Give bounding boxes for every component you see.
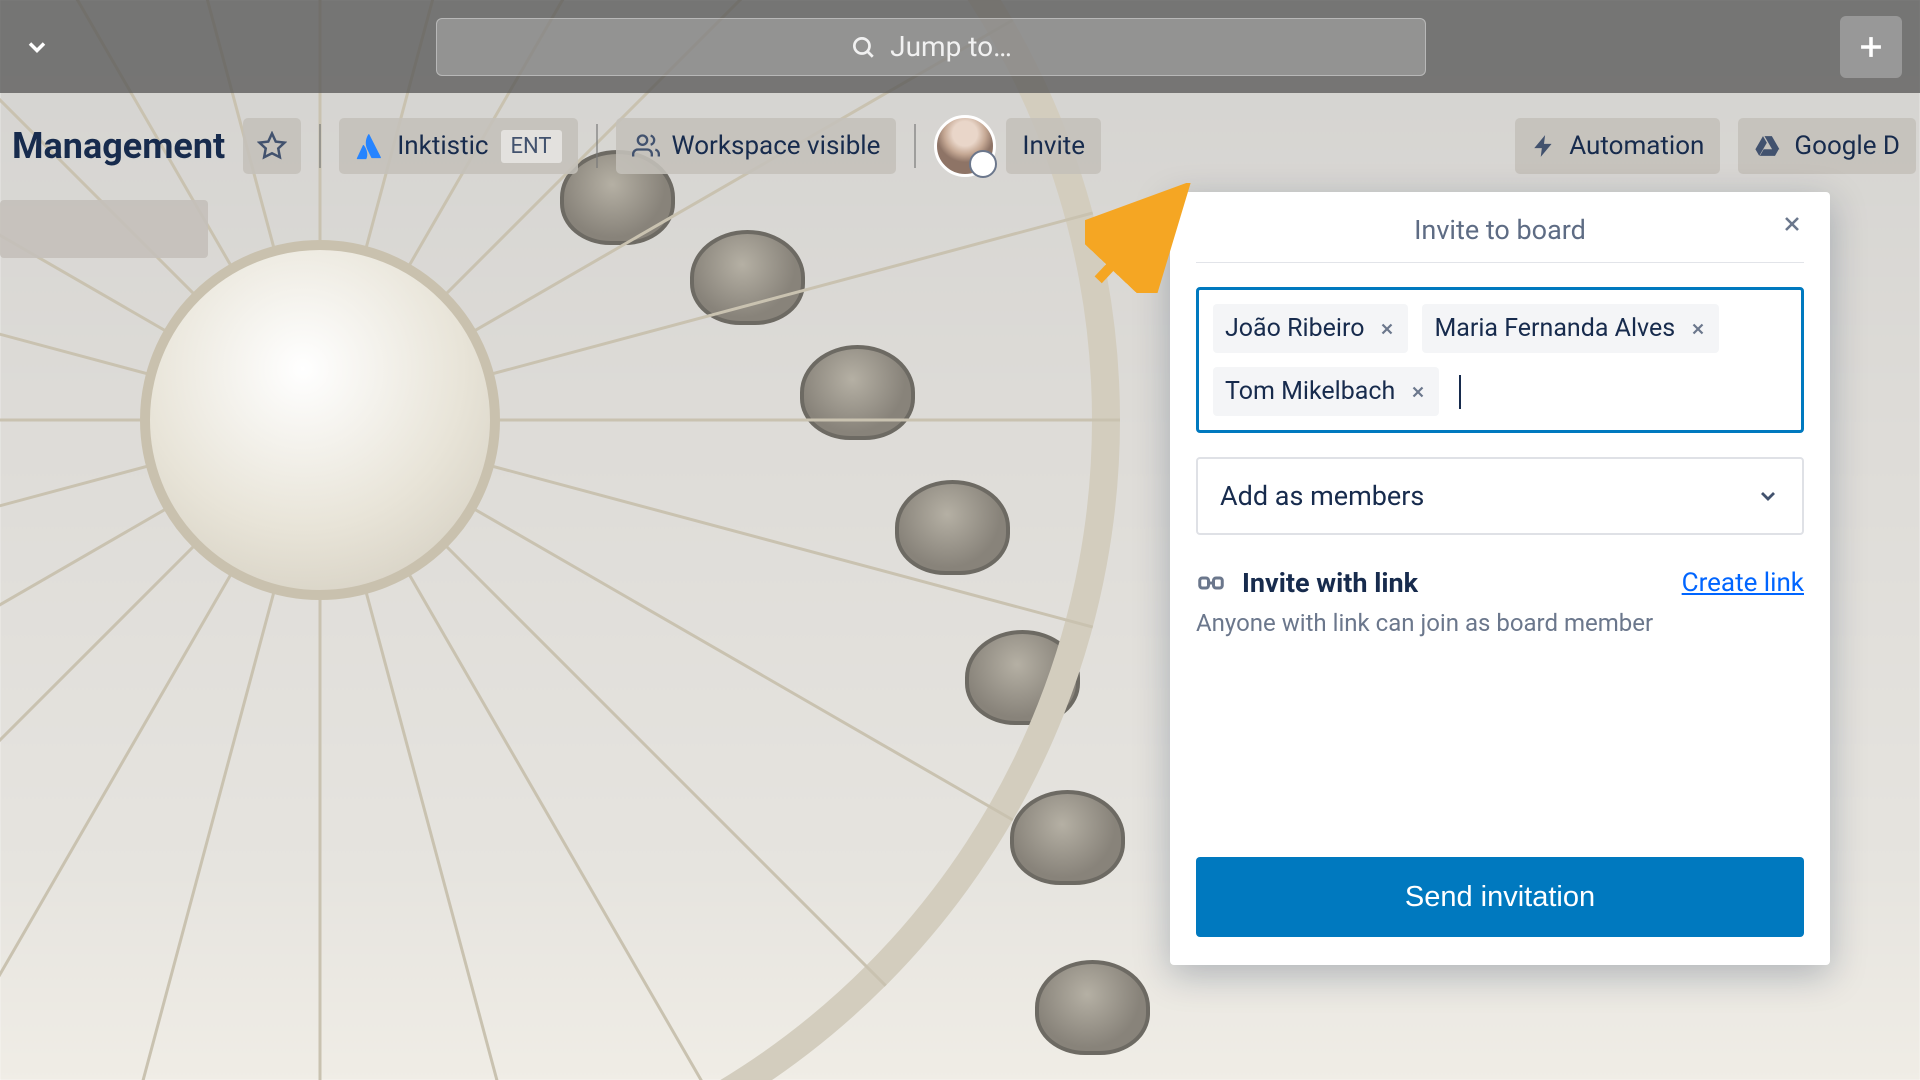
bolt-icon [1531, 133, 1557, 159]
people-icon [632, 132, 660, 160]
link-icon [1196, 568, 1226, 598]
chevron-down-icon [23, 33, 51, 61]
invitee-chip: Tom Mikelbach [1213, 367, 1439, 416]
invite-link-description: Anyone with link can join as board membe… [1196, 609, 1804, 637]
google-drive-icon [1754, 132, 1782, 160]
divider [596, 124, 598, 168]
chip-remove-button[interactable] [1378, 320, 1396, 338]
chip-label: João Ribeiro [1225, 314, 1364, 343]
workspace-plan-badge: ENT [501, 130, 562, 163]
role-select[interactable]: Add as members [1196, 457, 1804, 535]
board-header: Management Inktistic ENT Workspace visib… [0, 108, 1920, 184]
top-navbar: Jump to… [0, 0, 1920, 93]
invite-button[interactable]: Invite [1006, 118, 1101, 174]
workspace-button[interactable]: Inktistic ENT [339, 118, 577, 174]
member-avatar[interactable] [934, 115, 996, 177]
board-title[interactable]: Management [4, 125, 233, 167]
invite-label: Invite [1022, 131, 1085, 161]
visibility-button[interactable]: Workspace visible [616, 118, 897, 174]
text-cursor [1459, 375, 1461, 409]
chip-label: Tom Mikelbach [1225, 377, 1395, 406]
nav-menu-toggle[interactable] [18, 28, 56, 66]
workspace-name: Inktistic [397, 131, 488, 161]
invite-input[interactable]: João Ribeiro Maria Fernanda Alves Tom Mi… [1196, 287, 1804, 433]
close-icon [1409, 383, 1427, 401]
role-label: Add as members [1220, 480, 1424, 512]
invitee-chip: João Ribeiro [1213, 304, 1408, 353]
chip-label: Maria Fernanda Alves [1434, 314, 1675, 343]
invite-popover: Invite to board João Ribeiro Maria Ferna… [1170, 192, 1830, 965]
close-icon [1689, 320, 1707, 338]
search-icon [850, 34, 876, 60]
automation-button[interactable]: Automation [1515, 118, 1720, 174]
divider [319, 124, 321, 168]
invitee-chip: Maria Fernanda Alves [1422, 304, 1719, 353]
automation-label: Automation [1569, 131, 1704, 161]
jump-to-placeholder: Jump to… [890, 30, 1012, 63]
star-icon [257, 131, 287, 161]
create-new-button[interactable] [1840, 16, 1902, 78]
divider [914, 124, 916, 168]
close-icon [1378, 320, 1396, 338]
chevron-down-icon [1756, 484, 1780, 508]
visibility-label: Workspace visible [672, 131, 881, 161]
plus-icon [1854, 30, 1888, 64]
popover-title: Invite to board [1196, 214, 1804, 246]
close-icon [1780, 212, 1804, 236]
list-placeholder[interactable] [0, 200, 208, 258]
star-board-button[interactable] [243, 118, 301, 174]
chip-remove-button[interactable] [1689, 320, 1707, 338]
google-drive-label: Google D [1794, 131, 1900, 161]
create-link-button[interactable]: Create link [1682, 568, 1804, 598]
chip-remove-button[interactable] [1409, 383, 1427, 401]
atlassian-logo-icon [355, 131, 385, 161]
popover-close-button[interactable] [1780, 212, 1804, 236]
send-invitation-button[interactable]: Send invitation [1196, 857, 1804, 937]
invite-with-link-label: Invite with link [1242, 567, 1418, 599]
jump-to-search[interactable]: Jump to… [436, 18, 1426, 76]
google-drive-button[interactable]: Google D [1738, 118, 1916, 174]
